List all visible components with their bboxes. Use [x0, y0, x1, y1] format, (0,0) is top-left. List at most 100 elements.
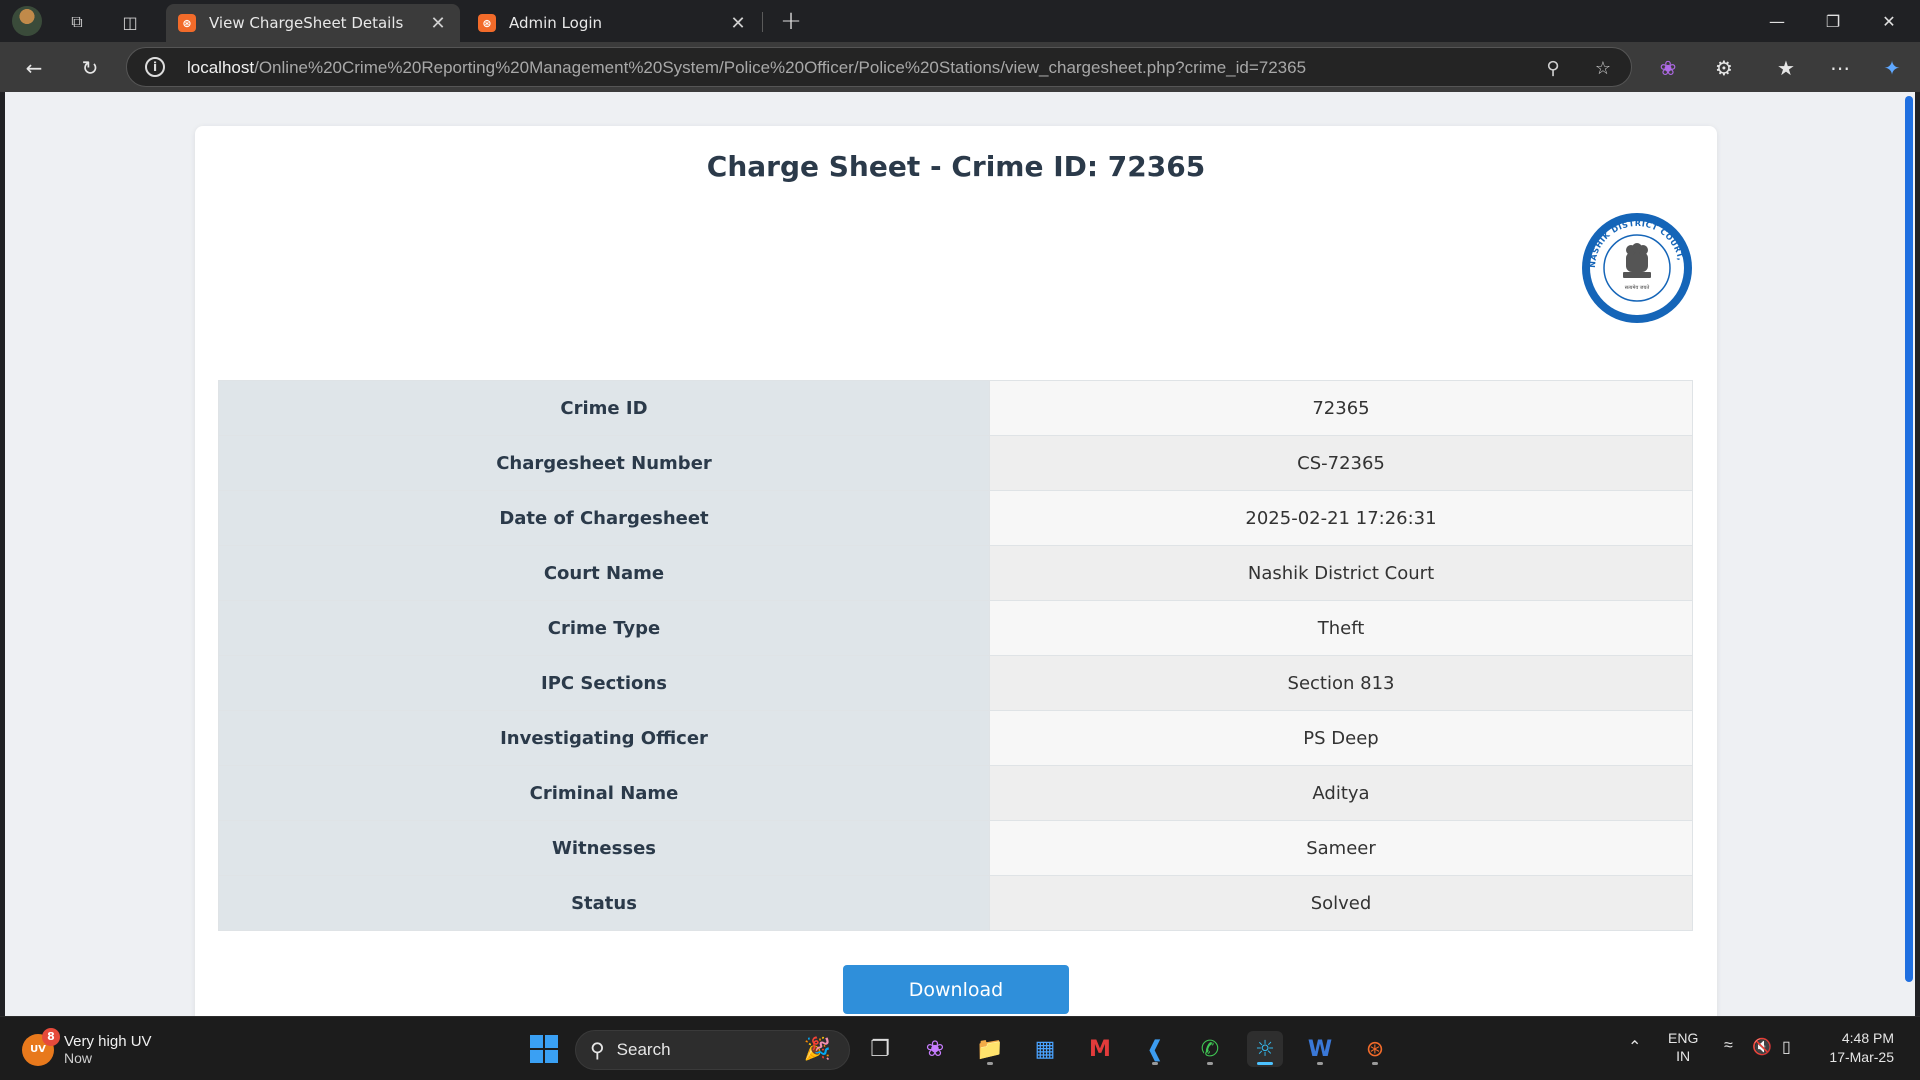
clock-date: 17-Mar-25 — [1829, 1049, 1894, 1065]
windows-logo-icon — [530, 1035, 558, 1063]
favorite-star-icon[interactable]: ☆ — [1591, 56, 1615, 80]
windows-taskbar: UV 8 Very high UV Now ⚲ Search 🎉 ❐ ❀ 📁 ▦… — [0, 1016, 1920, 1080]
weather-widget[interactable]: UV 8 Very high UV Now — [22, 1027, 152, 1066]
field-label: Criminal Name — [218, 765, 990, 821]
xampp-favicon-icon: ⊛ — [478, 14, 496, 32]
show-hidden-icons-chevron-icon[interactable]: ⌃ — [1628, 1037, 1641, 1057]
start-button[interactable] — [526, 1031, 562, 1067]
tab-admin-login[interactable]: ⊛ Admin Login ✕ — [466, 4, 760, 42]
browser-toolbar: ← ↻ i localhost/Online%20Crime%20Reporti… — [0, 42, 1920, 92]
clock[interactable]: 4:48 PM 17-Mar-25 — [1812, 1029, 1894, 1067]
tab-view-chargesheet[interactable]: ⊛ View ChargeSheet Details ✕ — [166, 4, 460, 42]
file-explorer-icon[interactable]: 📁 — [972, 1031, 1008, 1067]
table-row: Crime Type Theft — [218, 600, 1693, 656]
field-value: Aditya — [989, 765, 1693, 821]
field-label: Investigating Officer — [218, 710, 990, 766]
page-scrollbar[interactable] — [1905, 96, 1913, 982]
field-label: Chargesheet Number — [218, 435, 990, 491]
weather-title: Very high UV — [64, 1033, 152, 1050]
close-tab-icon[interactable]: ✕ — [728, 13, 748, 34]
field-value: Sameer — [989, 820, 1693, 876]
table-row: Crime ID 72365 — [218, 380, 1693, 436]
vertical-tabs-icon[interactable]: ◫ — [117, 9, 143, 35]
language-indicator[interactable]: ENG IN — [1668, 1029, 1698, 1065]
mcafee-icon[interactable]: M — [1082, 1031, 1118, 1067]
search-icon: ⚲ — [590, 1038, 605, 1062]
microsoft-store-icon[interactable]: ▦ — [1027, 1031, 1063, 1067]
page-title: Charge Sheet - Crime ID: 72365 — [706, 150, 1206, 183]
profile-avatar[interactable] — [12, 6, 42, 36]
favorites-icon[interactable]: ★ — [1770, 52, 1802, 84]
new-tab-button[interactable]: + — [776, 6, 806, 36]
battery-icon[interactable]: ▯ — [1782, 1037, 1791, 1057]
table-row: Chargesheet Number CS-72365 — [218, 435, 1693, 491]
url-path: /Online%20Crime%20Reporting%20Management… — [254, 58, 1307, 77]
vscode-icon[interactable]: ❰ — [1137, 1031, 1173, 1067]
restore-button[interactable]: ❐ — [1810, 6, 1856, 36]
uv-badge-text: UV — [30, 1044, 46, 1055]
field-value: Section 813 — [989, 655, 1693, 711]
field-label: Court Name — [218, 545, 990, 601]
table-row: Court Name Nashik District Court — [218, 545, 1693, 601]
copilot-icon[interactable]: ✦ — [1876, 52, 1908, 84]
field-label: IPC Sections — [218, 655, 990, 711]
language-code: ENG — [1668, 1030, 1699, 1046]
url-text[interactable]: localhost/Online%20Crime%20Reporting%20M… — [187, 58, 1306, 78]
field-value: PS Deep — [989, 710, 1693, 766]
field-value: 2025-02-21 17:26:31 — [989, 490, 1693, 546]
field-value: CS-72365 — [989, 435, 1693, 491]
volume-muted-icon[interactable]: 🔇 — [1752, 1037, 1772, 1057]
reload-button[interactable]: ↻ — [74, 52, 106, 84]
field-label: Crime Type — [218, 600, 990, 656]
wifi-icon[interactable]: ≈ — [1724, 1037, 1733, 1055]
copilot-extension-icon[interactable]: ❀ — [1652, 52, 1684, 84]
table-row: Investigating Officer PS Deep — [218, 710, 1693, 766]
tab-title: View ChargeSheet Details — [209, 14, 404, 32]
more-options-icon[interactable]: ⋯ — [1824, 52, 1856, 84]
tab-title: Admin Login — [509, 14, 603, 32]
field-value: Solved — [989, 875, 1693, 931]
table-row: IPC Sections Section 813 — [218, 655, 1693, 711]
field-value: 72365 — [989, 380, 1693, 436]
task-view-icon[interactable]: ❐ — [862, 1031, 898, 1067]
chargesheet-details-table: Crime ID 72365 Chargesheet Number CS-723… — [218, 380, 1693, 931]
field-value: Theft — [989, 600, 1693, 656]
notification-count-badge: 8 — [42, 1027, 60, 1046]
download-button[interactable]: Download — [843, 965, 1069, 1014]
field-label: Witnesses — [218, 820, 990, 876]
region-code: IN — [1676, 1048, 1691, 1064]
xampp-icon[interactable]: ⊛ — [1357, 1031, 1393, 1067]
url-host: localhost — [187, 58, 255, 77]
uv-weather-icon: UV 8 — [22, 1027, 60, 1066]
search-label: Search — [616, 1040, 671, 1059]
close-window-button[interactable]: ✕ — [1866, 6, 1912, 36]
field-value: Nashik District Court — [989, 545, 1693, 601]
copilot-app-icon[interactable]: ❀ — [917, 1031, 953, 1067]
word-icon[interactable]: W — [1302, 1031, 1338, 1067]
tab-divider — [762, 12, 763, 32]
extensions-icon[interactable]: ⚙ — [1708, 52, 1740, 84]
minimize-button[interactable]: — — [1754, 6, 1800, 36]
back-button[interactable]: ← — [18, 52, 50, 84]
xampp-favicon-icon: ⊛ — [178, 14, 196, 32]
table-row: Witnesses Sameer — [218, 820, 1693, 876]
zoom-icon[interactable]: ⚲ — [1541, 56, 1565, 80]
close-tab-icon[interactable]: ✕ — [428, 13, 448, 34]
field-label: Status — [218, 875, 990, 931]
address-bar[interactable]: i localhost/Online%20Crime%20Reporting%2… — [126, 47, 1632, 87]
weather-subtitle: Now — [64, 1050, 93, 1066]
search-highlight-icon: 🎉 — [803, 1037, 831, 1062]
taskbar-search[interactable]: ⚲ Search 🎉 — [575, 1030, 850, 1070]
site-info-icon[interactable]: i — [145, 57, 165, 77]
edge-browser-icon[interactable]: ☼ — [1247, 1031, 1283, 1067]
workspaces-icon[interactable]: ⧉ — [64, 9, 90, 35]
chargesheet-card: Charge Sheet - Crime ID: 72365 NASHIK DI… — [195, 126, 1717, 1016]
court-emblem-logo: NASHIK DISTRICT COURT, MAHARASHTRA सत्यम… — [1581, 212, 1692, 323]
field-label: Crime ID — [218, 380, 990, 436]
field-label: Date of Chargesheet — [218, 490, 990, 546]
svg-text:सत्यमेव जयते: सत्यमेव जयते — [1625, 284, 1650, 291]
page-viewport: Charge Sheet - Crime ID: 72365 NASHIK DI… — [5, 92, 1915, 1016]
whatsapp-icon[interactable]: ✆ — [1192, 1031, 1228, 1067]
browser-tab-strip: ⧉ ◫ ⊛ View ChargeSheet Details ✕ ⊛ Admin… — [0, 0, 1920, 42]
table-row: Status Solved — [218, 875, 1693, 931]
